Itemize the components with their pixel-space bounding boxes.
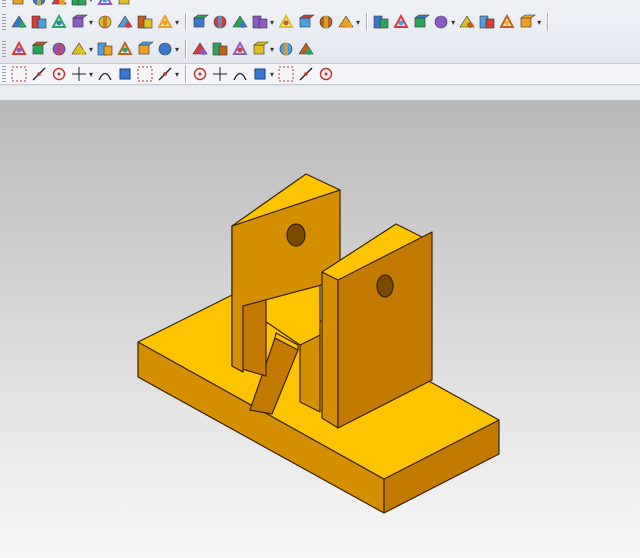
trim-body-icon[interactable] bbox=[458, 13, 476, 31]
datum-plane-icon[interactable] bbox=[156, 40, 174, 58]
cone-icon[interactable] bbox=[156, 13, 174, 31]
feature-group-icon[interactable] bbox=[337, 13, 355, 31]
arc-center-icon[interactable] bbox=[156, 65, 174, 83]
cylinder-icon[interactable] bbox=[136, 13, 154, 31]
dropdown-arrow-icon[interactable]: ▾ bbox=[89, 70, 93, 79]
toolbar-grip[interactable] bbox=[2, 41, 6, 57]
toolbar-separator bbox=[185, 40, 187, 58]
toolbar-separator bbox=[366, 13, 368, 31]
split-body-icon[interactable] bbox=[478, 13, 496, 31]
3d-part-model[interactable] bbox=[0, 100, 640, 558]
right-upright-left-face bbox=[321, 271, 339, 429]
datum-axis-icon[interactable] bbox=[191, 40, 209, 58]
toolbar-grip[interactable] bbox=[2, 14, 6, 30]
dropdown-arrow-icon[interactable]: ▾ bbox=[175, 45, 179, 54]
face-blend-icon[interactable] bbox=[251, 13, 269, 31]
toolbar-separator bbox=[185, 13, 187, 31]
quadrant-icon[interactable] bbox=[211, 65, 229, 83]
feature-filter-icon[interactable] bbox=[50, 65, 68, 83]
pad-icon[interactable] bbox=[70, 40, 88, 58]
sketch-icon[interactable] bbox=[10, 13, 28, 31]
wireframe-icon[interactable] bbox=[251, 40, 269, 58]
dropdown-arrow-icon[interactable]: ▾ bbox=[356, 18, 360, 27]
tube-icon[interactable] bbox=[96, 13, 114, 31]
right-upright-hole bbox=[376, 274, 394, 298]
boss-icon[interactable] bbox=[30, 40, 48, 58]
part-navigator-icon[interactable] bbox=[10, 0, 28, 8]
dropdown-arrow-icon[interactable]: ▾ bbox=[175, 18, 179, 27]
toolbar-row-0: ▾ bbox=[0, 0, 640, 8]
dropdown-arrow-icon[interactable]: ▾ bbox=[270, 70, 274, 79]
midpoint-icon[interactable] bbox=[277, 65, 295, 83]
toolbar-grip[interactable] bbox=[2, 0, 6, 7]
dropdown-arrow-icon[interactable]: ▾ bbox=[270, 18, 274, 27]
undo-icon[interactable] bbox=[70, 0, 88, 8]
block-icon[interactable] bbox=[116, 13, 134, 31]
line-snap-icon[interactable] bbox=[116, 65, 134, 83]
cad-application-window: ▾ ▾ ▾ ▾ ▾ ▾ ▾ ▾ ▾ ▾ ▾ ▾ ▾ bbox=[0, 0, 640, 558]
tangent-icon[interactable] bbox=[297, 65, 315, 83]
dropdown-arrow-icon[interactable]: ▾ bbox=[270, 45, 274, 54]
graphics-viewport[interactable] bbox=[0, 100, 640, 558]
dropdown-arrow-icon[interactable]: ▾ bbox=[175, 70, 179, 79]
redo-icon[interactable] bbox=[96, 0, 114, 8]
extrude-icon[interactable] bbox=[30, 13, 48, 31]
rotate-view-icon[interactable] bbox=[518, 13, 536, 31]
selection-box-icon[interactable] bbox=[70, 65, 88, 83]
shaded-icon[interactable] bbox=[277, 40, 295, 58]
curve-snap-icon[interactable] bbox=[136, 65, 154, 83]
render-mode-icon[interactable] bbox=[116, 0, 134, 8]
web-front-face bbox=[299, 334, 321, 413]
csys-icon[interactable] bbox=[297, 40, 315, 58]
mirror-body-icon[interactable] bbox=[392, 13, 410, 31]
sketch-icon[interactable] bbox=[50, 0, 68, 8]
measure-icon[interactable] bbox=[231, 40, 249, 58]
analysis-icon[interactable] bbox=[211, 40, 229, 58]
toolbar-area: ▾ ▾ ▾ ▾ ▾ ▾ ▾ ▾ ▾ ▾ ▾ ▾ ▾ bbox=[0, 0, 640, 101]
toolbar-separator bbox=[185, 65, 187, 83]
view-icon[interactable] bbox=[317, 65, 335, 83]
dropdown-arrow-icon[interactable]: ▾ bbox=[89, 0, 93, 4]
toolbar-row-1: ▾ ▾ ▾ ▾ ▾ ▾ bbox=[0, 10, 640, 34]
dropdown-arrow-icon[interactable]: ▾ bbox=[89, 18, 93, 27]
status-strip bbox=[0, 86, 640, 100]
endpoint-icon[interactable] bbox=[251, 65, 269, 83]
wave-link-icon[interactable] bbox=[372, 13, 390, 31]
circle-snap-icon[interactable] bbox=[191, 65, 209, 83]
sphere-icon[interactable] bbox=[191, 13, 209, 31]
intersection-icon[interactable] bbox=[231, 65, 249, 83]
select-all-icon[interactable] bbox=[10, 65, 28, 83]
toolbar-separator bbox=[547, 13, 549, 31]
pattern-icon[interactable] bbox=[412, 13, 430, 31]
slot-icon[interactable] bbox=[96, 40, 114, 58]
revolve-icon[interactable] bbox=[50, 13, 68, 31]
shell-icon[interactable] bbox=[297, 13, 315, 31]
groove-icon[interactable] bbox=[116, 40, 134, 58]
sweep-icon[interactable] bbox=[70, 13, 88, 31]
left-upright-hole bbox=[286, 223, 306, 247]
pocket-icon[interactable] bbox=[50, 40, 68, 58]
dropdown-arrow-icon[interactable]: ▾ bbox=[89, 45, 93, 54]
toolbar-row-2: ▾ ▾ ▾ bbox=[0, 37, 640, 61]
boolean-unite-icon[interactable] bbox=[211, 13, 229, 31]
offset-face-icon[interactable] bbox=[432, 13, 450, 31]
boolean-subtract-icon[interactable] bbox=[231, 13, 249, 31]
dropdown-arrow-icon[interactable]: ▾ bbox=[537, 18, 541, 27]
selection-snap-toolbar: ▾ ▾ ▾ bbox=[0, 63, 640, 85]
sew-icon[interactable] bbox=[498, 13, 516, 31]
draft-icon[interactable] bbox=[317, 13, 335, 31]
snap-point-icon[interactable] bbox=[96, 65, 114, 83]
dropdown-arrow-icon[interactable] bbox=[30, 0, 48, 8]
undo-small-icon[interactable] bbox=[30, 65, 48, 83]
thread-icon[interactable] bbox=[136, 40, 154, 58]
toolbar-grip[interactable] bbox=[2, 66, 6, 82]
dropdown-arrow-icon[interactable]: ▾ bbox=[451, 18, 455, 27]
chamfer-icon[interactable] bbox=[277, 13, 295, 31]
hole-icon[interactable] bbox=[10, 40, 28, 58]
